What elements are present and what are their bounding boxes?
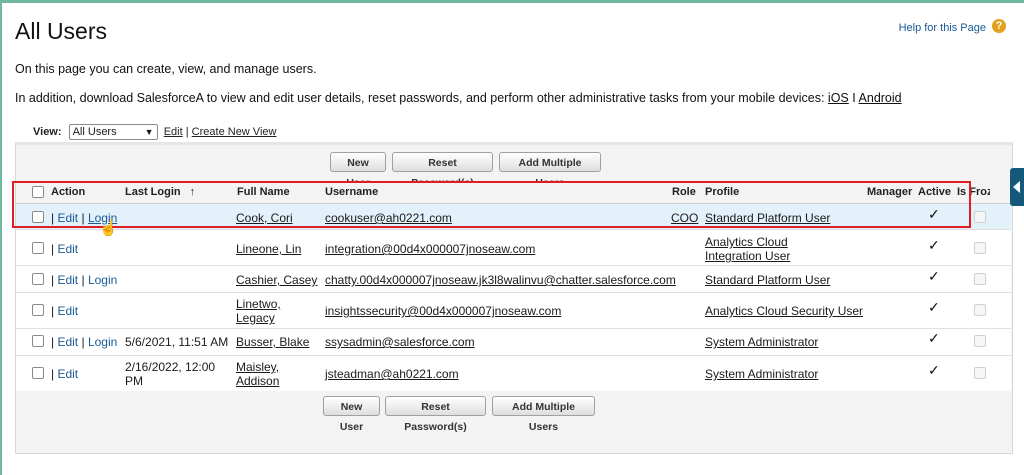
last-login-value: 5/6/2021, 11:51 AM xyxy=(125,335,229,349)
add-multiple-users-button-bottom[interactable]: Add Multiple Users xyxy=(492,396,595,433)
ios-link[interactable]: iOS xyxy=(828,91,849,105)
select-all-checkbox[interactable] xyxy=(32,186,44,198)
view-label: View: xyxy=(33,125,62,138)
row-checkbox[interactable] xyxy=(32,304,44,316)
question-icon[interactable]: ? xyxy=(992,19,1006,33)
edit-view-link[interactable]: Edit xyxy=(164,126,183,138)
active-check-icon: ✓ xyxy=(928,237,940,253)
full-name-link[interactable]: Cashier, Casey xyxy=(236,273,317,287)
add-multiple-users-button[interactable]: Add Multiple Users xyxy=(499,152,601,189)
role-link[interactable]: COO xyxy=(671,211,698,225)
table-row xyxy=(16,204,1011,230)
top-border xyxy=(0,0,1024,3)
chevron-down-icon: ▼ xyxy=(144,127,154,137)
full-name-link[interactable]: Maisley, Addison xyxy=(236,360,296,388)
row-checkbox[interactable] xyxy=(32,367,44,379)
username-link[interactable]: ssysadmin@salesforce.com xyxy=(325,335,475,349)
left-border xyxy=(0,0,2,475)
android-link[interactable]: Android xyxy=(859,91,902,105)
view-selected-value: All Users xyxy=(72,126,117,138)
col-last-login[interactable]: Last Login ↑ xyxy=(125,186,195,198)
row-checkbox[interactable] xyxy=(32,335,44,347)
frozen-checkbox xyxy=(974,335,986,347)
profile-link[interactable]: Analytics Cloud Security User xyxy=(705,304,863,318)
full-name-link[interactable]: Linetwo, Legacy xyxy=(236,297,296,325)
separator: I xyxy=(852,91,856,105)
reset-password-button-bottom[interactable]: Reset Password(s) xyxy=(385,396,486,433)
username-link[interactable]: chatty.00d4x000007jnoseaw.jk3l8walinvu@c… xyxy=(325,273,676,287)
edit-link[interactable]: Edit xyxy=(57,211,78,225)
row-actions: | Edit | Login xyxy=(51,273,118,287)
new-user-button[interactable]: New User xyxy=(330,152,386,189)
col-username[interactable]: Username xyxy=(325,186,378,198)
active-check-icon: ✓ xyxy=(928,299,940,315)
row-checkbox[interactable] xyxy=(32,273,44,285)
view-separator: | xyxy=(185,125,189,138)
full-name-link[interactable]: Busser, Blake xyxy=(236,335,309,349)
edit-link[interactable]: Edit xyxy=(57,335,78,349)
col-action: Action xyxy=(51,186,86,198)
row-checkbox[interactable] xyxy=(32,211,44,223)
edit-link[interactable]: Edit xyxy=(57,304,78,318)
edit-link[interactable]: Edit xyxy=(57,242,78,256)
col-active[interactable]: Active xyxy=(918,186,951,198)
profile-link[interactable]: System Administrator xyxy=(705,335,818,349)
mobile-intro-text: In addition, download SalesforceA to vie… xyxy=(15,91,825,105)
frozen-checkbox xyxy=(974,367,986,379)
create-view-link[interactable]: Create New View xyxy=(192,126,277,138)
reset-password-button[interactable]: Reset Password(s) xyxy=(392,152,493,189)
username-link[interactable]: jsteadman@ah0221.com xyxy=(325,367,459,381)
active-check-icon: ✓ xyxy=(928,206,940,222)
profile-link[interactable]: System Administrator xyxy=(705,367,818,381)
col-full-name[interactable]: Full Name xyxy=(237,186,290,198)
profile-link[interactable]: Standard Platform User xyxy=(705,211,830,225)
mobile-intro: In addition, download SalesforceA to vie… xyxy=(15,91,902,105)
col-manager[interactable]: Manager xyxy=(867,186,912,198)
row-actions: | Edit | Login xyxy=(51,335,118,349)
active-check-icon: ✓ xyxy=(928,268,940,284)
row-actions: | Edit xyxy=(51,304,79,318)
row-actions: | Edit xyxy=(51,367,79,381)
login-link[interactable]: Login xyxy=(88,335,117,349)
username-link[interactable]: integration@00d4x000007jnoseaw.com xyxy=(325,242,535,256)
frozen-checkbox xyxy=(974,211,986,223)
full-name-link[interactable]: Lineone, Lin xyxy=(236,242,301,256)
col-is-frozen[interactable]: Is Froz xyxy=(957,186,990,198)
help-link[interactable]: Help for this Page xyxy=(899,22,986,34)
profile-link[interactable]: Analytics Cloud Integration User xyxy=(705,235,825,263)
active-check-icon: ✓ xyxy=(928,330,940,346)
row-actions: | Edit xyxy=(51,242,79,256)
col-last-login-label: Last Login xyxy=(125,186,181,198)
hand-cursor-icon: ☝ xyxy=(99,220,118,237)
profile-link[interactable]: Standard Platform User xyxy=(705,273,830,287)
new-user-button-bottom[interactable]: New User xyxy=(323,396,380,433)
col-profile[interactable]: Profile xyxy=(705,186,739,198)
edit-link[interactable]: Edit xyxy=(57,273,78,287)
frozen-checkbox xyxy=(974,273,986,285)
full-name-link[interactable]: Cook, Cori xyxy=(236,211,293,225)
username-link[interactable]: cookuser@ah0221.com xyxy=(325,211,452,225)
intro-text: On this page you can create, view, and m… xyxy=(15,62,317,76)
frozen-checkbox xyxy=(974,304,986,316)
view-bar: View: All Users ▼ Edit | Create New View xyxy=(33,124,276,140)
login-link[interactable]: Login xyxy=(88,273,117,287)
username-link[interactable]: insightssecurity@00d4x000007jnoseaw.com xyxy=(325,304,561,318)
col-role[interactable]: Role xyxy=(672,186,696,198)
page-title: All Users xyxy=(15,18,108,44)
view-select[interactable]: All Users ▼ xyxy=(68,124,158,140)
row-checkbox[interactable] xyxy=(32,242,44,254)
edit-link[interactable]: Edit xyxy=(57,367,78,381)
last-login-value: 2/16/2022, 12:00 PM xyxy=(125,360,216,388)
chevron-left-icon[interactable] xyxy=(1010,168,1024,206)
frozen-checkbox xyxy=(974,242,986,254)
sort-ascending-icon: ↑ xyxy=(189,186,196,198)
active-check-icon: ✓ xyxy=(928,362,940,378)
